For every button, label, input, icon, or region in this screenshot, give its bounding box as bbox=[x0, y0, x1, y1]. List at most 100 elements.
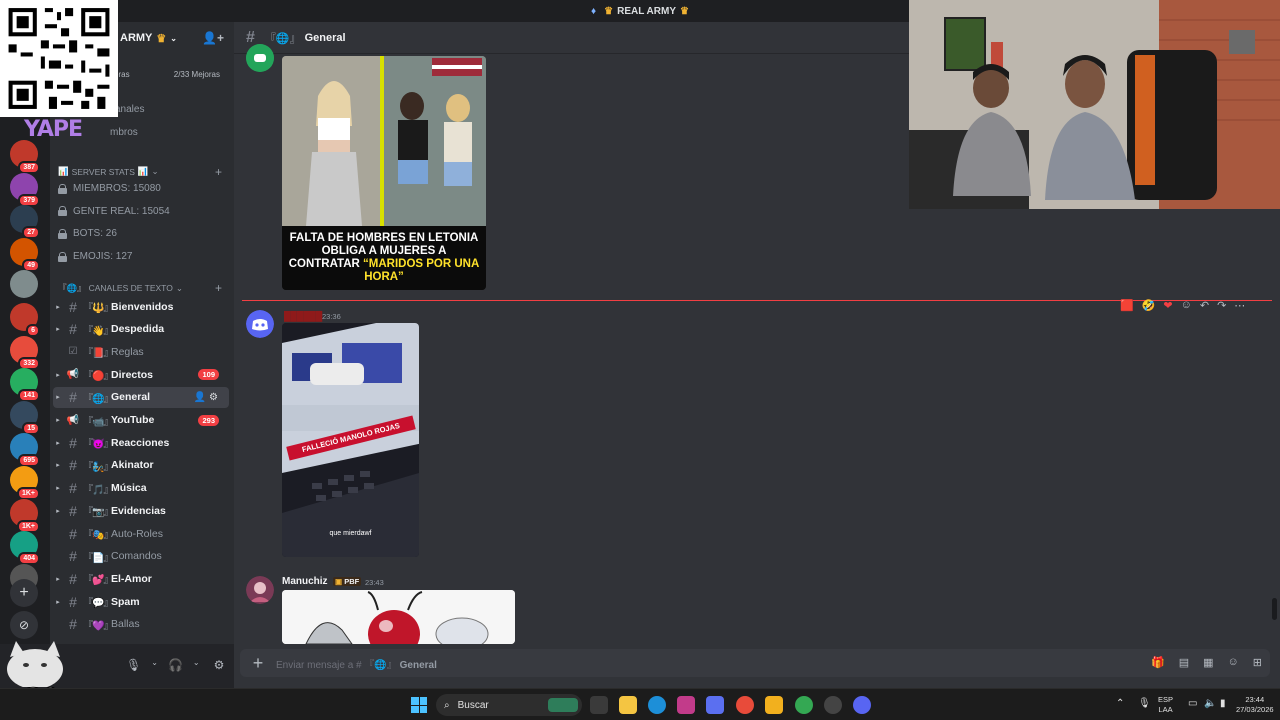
members-link[interactable]: mbros bbox=[110, 127, 138, 138]
sticker-icon[interactable]: ▦ bbox=[1203, 656, 1213, 669]
channel-directos[interactable]: ▸ 📢 『🔴』 Directos 109 bbox=[53, 364, 229, 385]
windows-taskbar: ⌕ Buscar ⌃ ESP LAA 🎙 ▭ 🔈 ▮ 23:44 27/03/202… bbox=[0, 688, 1280, 720]
discord-icon[interactable] bbox=[853, 696, 871, 714]
server-icon[interactable] bbox=[10, 270, 38, 299]
app-icon[interactable] bbox=[765, 696, 783, 714]
clock[interactable]: 23:44 27/03/2026 bbox=[1236, 695, 1274, 715]
add-attachment-icon[interactable]: + bbox=[240, 653, 276, 674]
channel-spam[interactable]: ▸ # 『💬』 Spam bbox=[53, 591, 229, 612]
stat-channel[interactable]: BOTS: 26 bbox=[58, 228, 117, 239]
scrollbar[interactable] bbox=[1272, 598, 1277, 620]
composer-placeholder[interactable]: Enviar mensaje a # 『🌐』 General bbox=[276, 656, 437, 671]
explore-icon[interactable]: ⊘ bbox=[10, 611, 38, 639]
server-icon[interactable]: 1K+ bbox=[10, 466, 40, 500]
app-icon[interactable] bbox=[824, 696, 842, 714]
heart-icon[interactable]: ❤ bbox=[1163, 299, 1172, 312]
add-channel-icon[interactable]: + bbox=[215, 281, 222, 295]
headphones-icon[interactable]: 🎧 bbox=[168, 658, 183, 672]
apps-icon[interactable]: ⊞ bbox=[1253, 656, 1262, 669]
chevron-down-icon[interactable]: ⌄ bbox=[151, 658, 158, 672]
windows-start-icon[interactable] bbox=[411, 697, 427, 713]
message-image-attachment[interactable]: FALLECIÓ MANOLO ROJAS que mierdawf bbox=[282, 323, 419, 557]
channel-youtube[interactable]: ▸ 📢 『📹』 YouTube 293 bbox=[53, 410, 229, 431]
channel-auto-roles[interactable]: # 『🎭』 Auto-Roles bbox=[53, 523, 229, 544]
add-server-icon[interactable]: + bbox=[10, 579, 38, 607]
microphone-icon[interactable]: 🎙 bbox=[1138, 699, 1151, 709]
channel-name: Auto-Roles bbox=[111, 527, 163, 540]
reply-icon[interactable]: ↶ bbox=[1200, 299, 1209, 312]
server-icon[interactable]: 141 bbox=[10, 368, 40, 403]
emoji-icon[interactable]: ☺ bbox=[1228, 656, 1239, 669]
server-icon[interactable]: 27 bbox=[10, 205, 40, 240]
category-server-stats[interactable]: 📊 SERVER STATS 📊 ⌄ + bbox=[58, 165, 226, 179]
channel-bienvenidos[interactable]: ▸ # 『🔱』 Bienvenidos bbox=[53, 296, 229, 317]
stat-channel[interactable]: GENTE REAL: 15054 bbox=[58, 206, 170, 217]
server-icon[interactable]: 695 bbox=[10, 433, 40, 468]
taskbar-search[interactable]: ⌕ Buscar bbox=[436, 694, 582, 716]
app-icon[interactable] bbox=[677, 696, 695, 714]
message-author-hidden[interactable]: ██████ bbox=[284, 311, 322, 321]
server-icon[interactable]: 1K+ bbox=[10, 498, 40, 533]
chrome-icon[interactable] bbox=[736, 696, 754, 714]
server-icon[interactable]: 332 bbox=[10, 335, 40, 370]
server-icon[interactable]: 6 bbox=[10, 303, 40, 337]
gif-icon[interactable]: ▤ bbox=[1179, 656, 1189, 669]
task-view-icon[interactable] bbox=[590, 696, 608, 714]
language-indicator[interactable]: ESP LAA bbox=[1158, 695, 1173, 715]
channel-ballas[interactable]: # 『💜』 Ballas bbox=[53, 614, 229, 635]
avatar[interactable] bbox=[246, 310, 274, 338]
channel-akinator[interactable]: ▸ # 『🧞』 Akinator bbox=[53, 455, 229, 476]
channel-evidencias[interactable]: ▸ # 『📷』 Evidencias bbox=[53, 500, 229, 521]
gear-icon[interactable]: ⚙ bbox=[214, 658, 225, 672]
add-reaction-icon[interactable]: ☺ bbox=[1181, 299, 1192, 311]
message-image-attachment[interactable]: FALTA DE HOMBRES EN LETONIA OBLIGA A MUJ… bbox=[282, 56, 486, 290]
reaction-icon[interactable]: 🟥 bbox=[1120, 299, 1134, 312]
reaction-icon[interactable]: 🤣 bbox=[1142, 299, 1156, 312]
channel-emoji: 『📕』 bbox=[83, 348, 113, 360]
tray-chevron-icon[interactable]: ⌃ bbox=[1116, 699, 1124, 709]
microphone-icon[interactable]: 🎙 bbox=[126, 658, 141, 672]
server-icon[interactable]: 387 bbox=[10, 140, 40, 174]
message-image-attachment[interactable] bbox=[282, 590, 515, 644]
crown-icon: ♛ bbox=[680, 5, 689, 17]
hash-icon: # bbox=[69, 434, 77, 451]
server-icon[interactable]: 404 bbox=[10, 531, 40, 566]
channel-el-amor[interactable]: ▸ # 『💕』 El-Amor bbox=[53, 568, 229, 589]
chevron-down-icon: ⌄ bbox=[170, 33, 177, 43]
gift-icon[interactable]: 🎁 bbox=[1151, 656, 1165, 669]
message-composer[interactable]: + Enviar mensaje a # 『🌐』 General 🎁 ▤ ▦ ☺… bbox=[240, 649, 1270, 677]
channel-comandos[interactable]: # 『📄』 Comandos bbox=[53, 546, 229, 567]
copilot-icon[interactable] bbox=[706, 696, 724, 714]
chevron-down-icon[interactable]: ⌄ bbox=[193, 658, 200, 672]
volume-icon[interactable]: 🔈 bbox=[1204, 699, 1216, 709]
channel-despedida[interactable]: ▸ # 『👋』 Despedida bbox=[53, 319, 229, 340]
network-icon[interactable]: ▭ bbox=[1188, 699, 1197, 709]
boost-count: 2/33 Mejoras bbox=[173, 69, 220, 79]
forward-icon[interactable]: ↷ bbox=[1217, 299, 1226, 312]
chevron-right-icon: ▸ bbox=[56, 394, 60, 402]
avatar[interactable] bbox=[246, 44, 274, 72]
stat-channel[interactable]: MIEMBROS: 15080 bbox=[58, 183, 161, 194]
avatar[interactable] bbox=[246, 576, 274, 604]
server-icon[interactable]: 49 bbox=[10, 237, 40, 272]
category-text-channels[interactable]: 『🌐』 CANALES DE TEXTO ⌄ + bbox=[58, 281, 226, 295]
battery-icon[interactable]: ▮ bbox=[1220, 699, 1226, 709]
channel-settings-icons[interactable]: 👤⚙ bbox=[194, 392, 221, 403]
server-icon[interactable]: 15 bbox=[10, 400, 40, 435]
window-title: REAL ARMY bbox=[617, 5, 676, 17]
chrome-icon[interactable] bbox=[795, 696, 813, 714]
edge-icon[interactable] bbox=[648, 696, 666, 714]
message-author[interactable]: Manuchiz bbox=[282, 576, 328, 587]
stat-channel[interactable]: EMOJIS: 127 bbox=[58, 251, 132, 262]
channel-reacciones[interactable]: ▸ # 『😈』 Reacciones bbox=[53, 432, 229, 453]
add-channel-icon[interactable]: + bbox=[215, 165, 222, 179]
stat-label: GENTE REAL: 15054 bbox=[73, 205, 170, 217]
server-icon[interactable]: 379 bbox=[10, 172, 40, 207]
file-explorer-icon[interactable] bbox=[619, 696, 637, 714]
add-member-icon[interactable]: 👤+ bbox=[202, 31, 224, 45]
channel-reglas[interactable]: ☑ 『📕』 Reglas bbox=[53, 341, 229, 362]
channel-general[interactable]: ▸ # 『🌐』 General 👤⚙ bbox=[53, 386, 229, 408]
hash-icon: # bbox=[69, 321, 77, 338]
more-icon[interactable]: ⋯ bbox=[1234, 299, 1245, 312]
channel-música[interactable]: ▸ # 『🎵』 Música bbox=[53, 478, 229, 499]
